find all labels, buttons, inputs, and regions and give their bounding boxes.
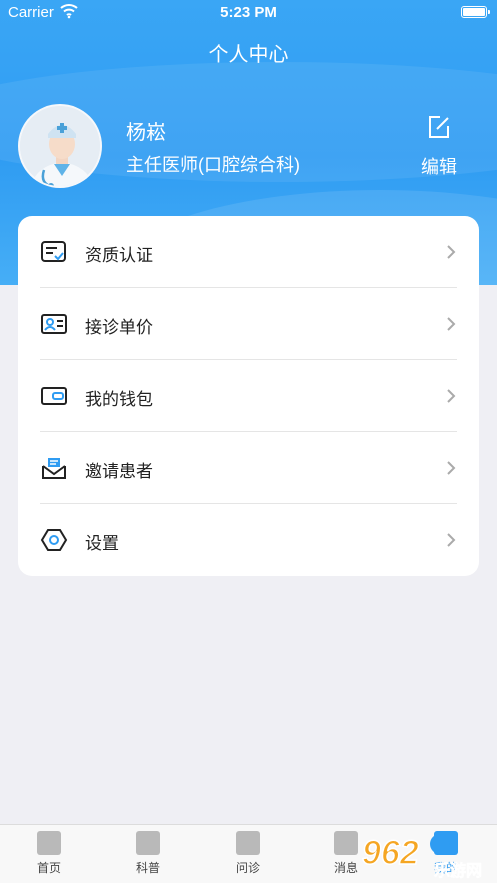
tab-science[interactable]: 科普 — [118, 831, 178, 876]
menu-item-label: 我的钱包 — [85, 390, 153, 409]
tab-label: 科普 — [135, 861, 160, 875]
menu-item-invite-patient[interactable]: 邀请患者 — [18, 432, 479, 504]
avatar[interactable] — [18, 104, 102, 188]
invite-envelope-icon — [40, 455, 68, 481]
tab-label: 首页 — [36, 861, 61, 875]
menu-item-label: 资质认证 — [85, 246, 153, 265]
edit-icon — [429, 116, 449, 138]
chevron-right-icon — [445, 387, 457, 405]
tab-home[interactable]: 首页 — [19, 831, 79, 876]
tab-label: 消息 — [333, 861, 358, 875]
page-title: 个人中心 — [208, 44, 289, 66]
certificate-icon — [40, 239, 68, 265]
menu-item-wallet[interactable]: 我的钱包 — [18, 360, 479, 432]
chevron-right-icon — [445, 315, 457, 333]
tab-label: 问诊 — [235, 861, 260, 875]
menu-card: 资质认证 接诊单价 我的钱包 邀请患者 设置 — [18, 216, 479, 576]
wallet-icon — [40, 383, 68, 409]
edit-label: 编辑 — [421, 157, 457, 177]
battery-icon — [461, 6, 490, 18]
chevron-right-icon — [445, 243, 457, 261]
id-card-icon — [40, 311, 68, 337]
plus-square-icon — [236, 831, 260, 855]
tab-consult[interactable]: 问诊 — [218, 831, 278, 876]
menu-item-consult-price[interactable]: 接诊单价 — [18, 288, 479, 360]
svg-text:乐游网: 乐游网 — [434, 861, 482, 880]
chevron-right-icon — [445, 531, 457, 549]
menu-item-label: 邀请患者 — [85, 462, 153, 481]
settings-hexagon-icon — [40, 527, 68, 553]
chevron-right-icon — [445, 459, 457, 477]
menu-item-settings[interactable]: 设置 — [18, 504, 479, 576]
message-icon — [334, 831, 358, 855]
menu-item-label: 接诊单价 — [85, 318, 153, 337]
status-bar: Carrier 5:23 PM — [0, 0, 497, 26]
edit-profile-button[interactable]: 编辑 — [412, 114, 466, 180]
status-time: 5:23 PM — [220, 4, 277, 21]
document-icon — [136, 831, 160, 855]
doctor-title: 主任医师(口腔综合科) — [126, 155, 300, 175]
doctor-name: 杨崧 — [126, 122, 166, 144]
menu-item-qualification[interactable]: 资质认证 — [18, 216, 479, 288]
home-icon — [37, 831, 61, 855]
doctor-avatar-icon — [20, 106, 100, 186]
svg-text:962: 962 — [362, 834, 419, 872]
watermark-logo: 962 乐游网 — [360, 830, 492, 880]
menu-item-label: 设置 — [85, 534, 119, 553]
